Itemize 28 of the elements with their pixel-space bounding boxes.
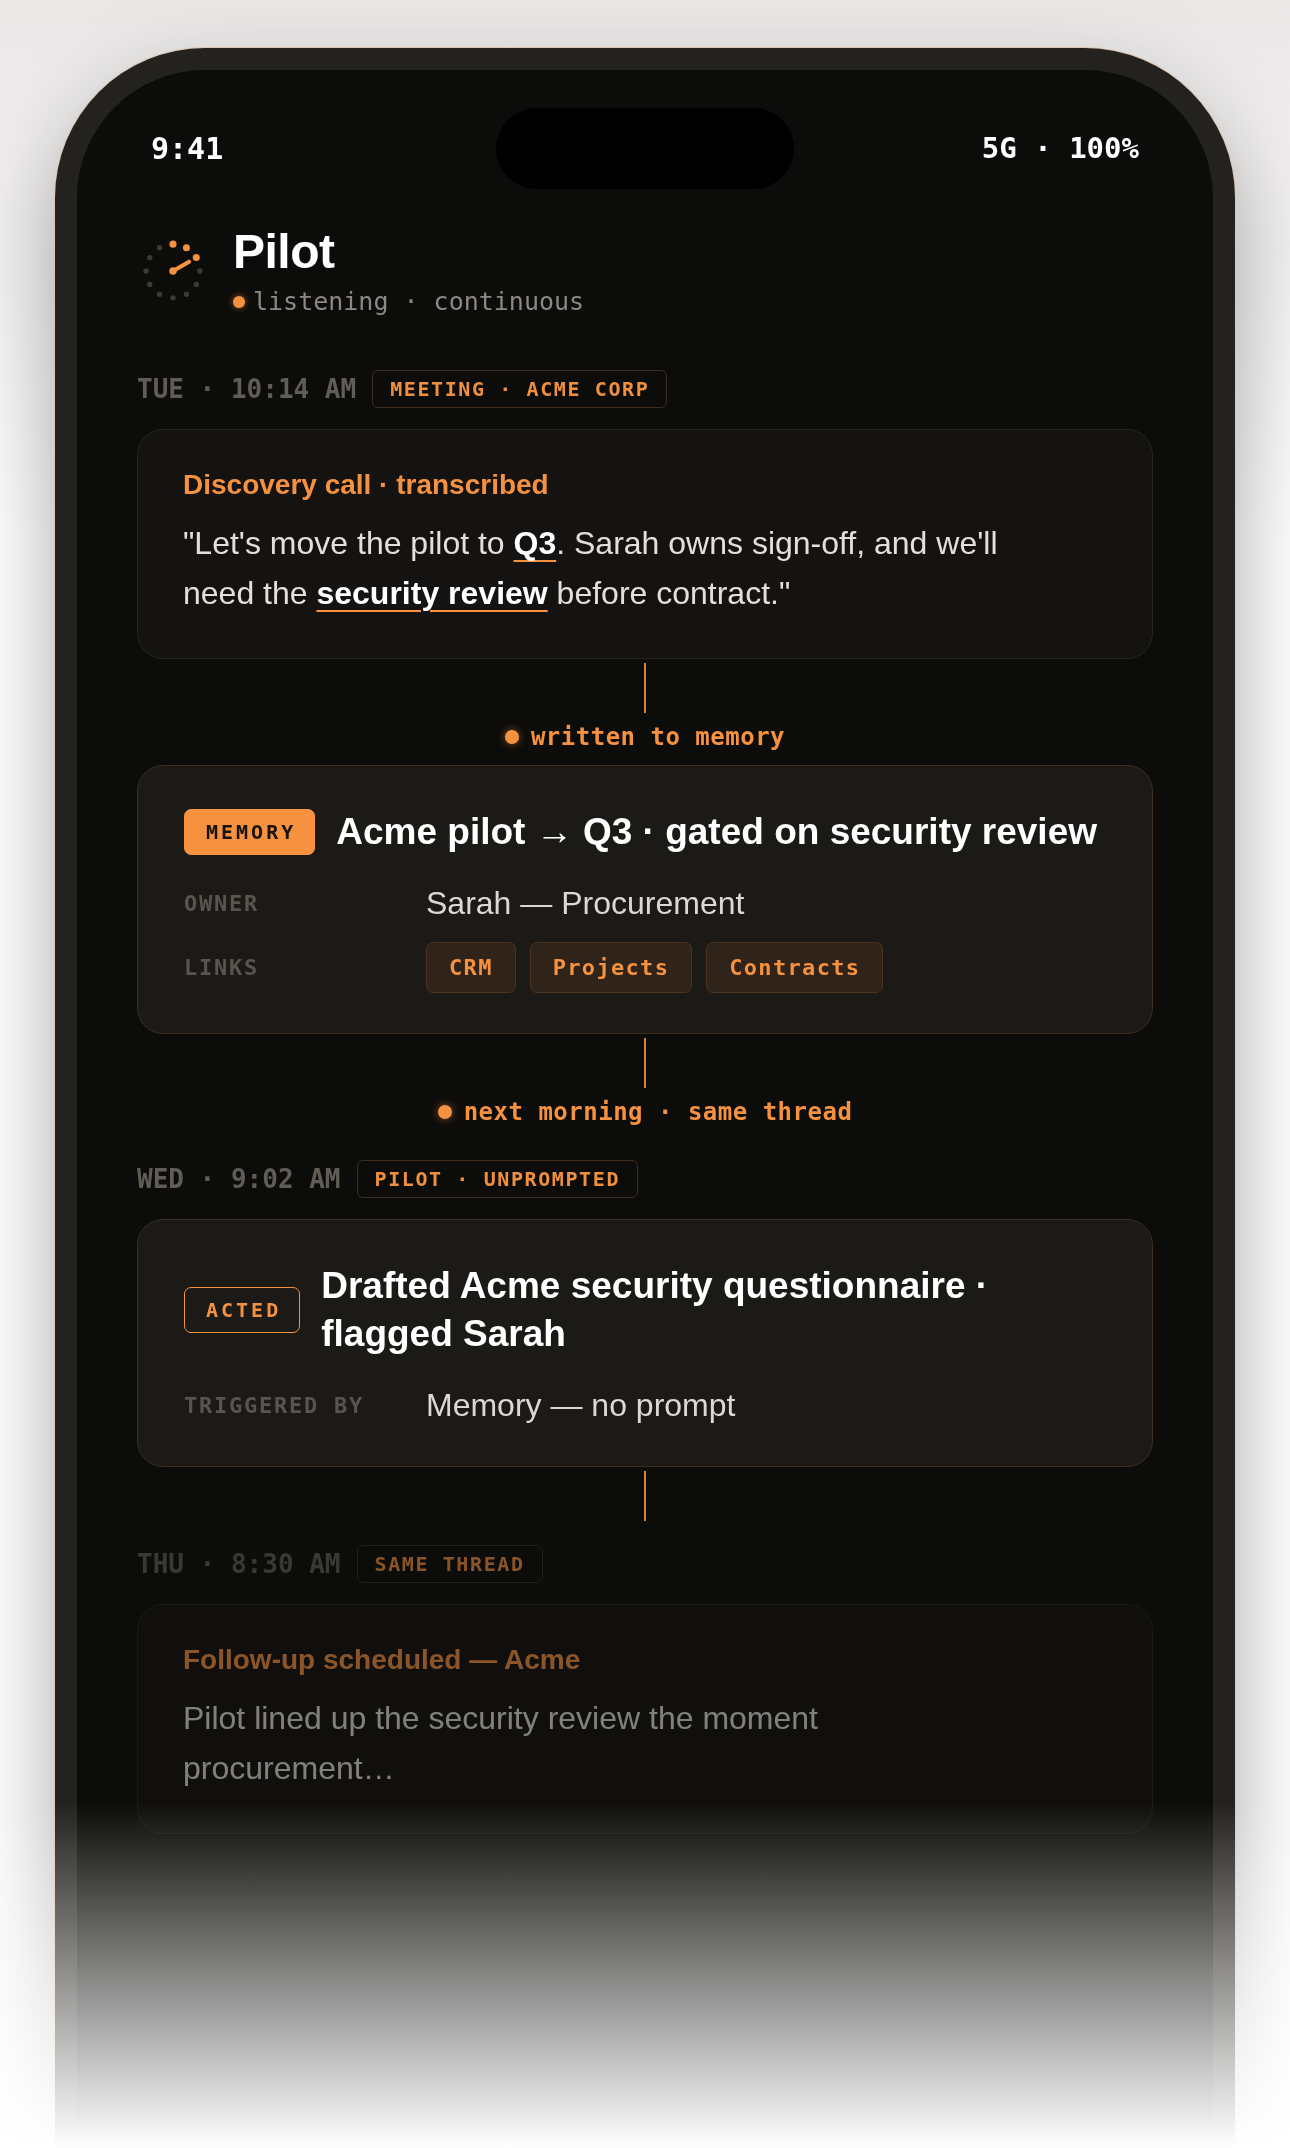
event-timestamp: WED · 9:02 AM <box>137 1163 341 1195</box>
status-text: listening · continuous <box>253 287 585 317</box>
connector-label: written to memory <box>530 723 786 751</box>
card-text: "Let's move the pilot to Q3. Sarah owns sign-off, and we'll need the security review before contract." <box>183 524 999 613</box>
dotted-dial-icon <box>142 239 204 302</box>
link-chip[interactable]: CRM <box>426 942 516 993</box>
card-title: Drafted Acme security questionnaire · flagged Sarah <box>321 1264 990 1356</box>
status-badge: ACTED <box>184 1287 301 1333</box>
field-label: TRIGGERED BY <box>184 1391 366 1420</box>
field-label: LINKS <box>184 954 261 982</box>
status-badge: MEMORY <box>184 809 316 855</box>
event-tag: PILOT · UNPROMPTED <box>356 1160 639 1198</box>
link-chip[interactable]: Contracts <box>706 942 884 993</box>
event-tag: MEETING · ACME CORP <box>372 370 668 408</box>
connector-label: next morning · same thread <box>463 1098 853 1126</box>
card-title: Discovery call · transcribed <box>183 468 550 502</box>
card-text: Pilot lined up the security review the moment procurement… <box>183 1699 819 1788</box>
field-value: Sarah — Procurement <box>426 884 745 923</box>
app-title: Pilot <box>233 224 336 279</box>
status-time: 9:41 <box>151 130 225 168</box>
card-title: Follow-up scheduled — Acme <box>183 1643 582 1677</box>
event-tag: SAME THREAD <box>356 1545 543 1583</box>
card-title: Acme pilot → Q3 · gated on security review <box>336 810 1098 854</box>
field-label: OWNER <box>184 889 261 918</box>
event-timestamp: TUE · 10:14 AM <box>137 373 357 405</box>
field-value: Memory — no prompt <box>426 1386 736 1425</box>
link-chip[interactable]: Projects <box>529 942 693 993</box>
network-battery-status: 5G · 100% <box>980 129 1139 167</box>
